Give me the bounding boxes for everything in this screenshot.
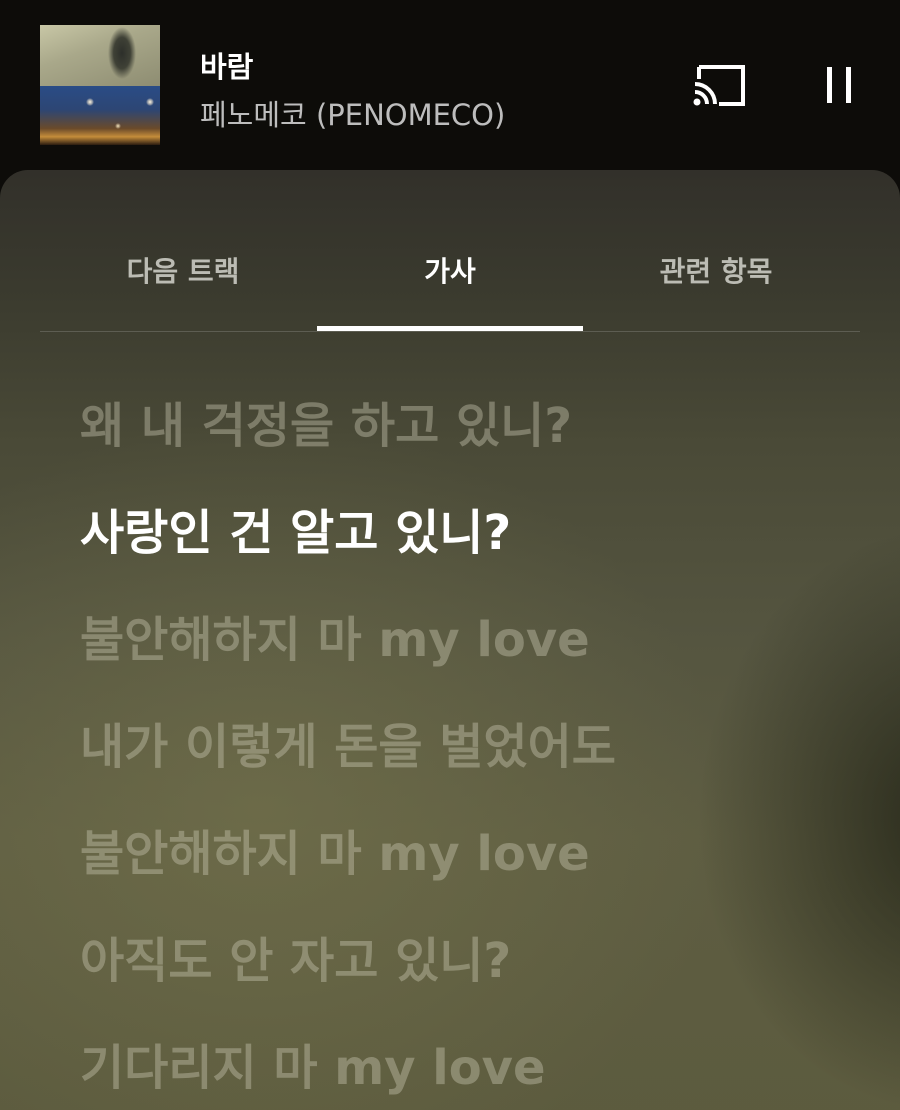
album-art[interactable] bbox=[40, 25, 160, 145]
track-artist[interactable]: 페노메코 (PENOMECO) bbox=[200, 92, 505, 134]
player-sheet: 다음 트랙 가사 관련 항목 왜 내 걱정을 하고 있니? 사랑인 건 알고 있… bbox=[0, 170, 900, 1110]
lyric-line-current[interactable]: 사랑인 건 알고 있니? bbox=[80, 499, 880, 606]
lyric-line[interactable]: 기다리지 마 my love bbox=[80, 1034, 880, 1110]
tab-active-indicator bbox=[317, 326, 583, 331]
track-title: 바람 bbox=[200, 50, 254, 84]
album-art-top bbox=[40, 25, 160, 86]
lyric-line[interactable]: 왜 내 걱정을 하고 있니? bbox=[80, 392, 880, 499]
cast-icon bbox=[693, 65, 745, 106]
pause-icon bbox=[827, 67, 851, 103]
pause-button[interactable] bbox=[816, 62, 862, 108]
lyric-line[interactable]: 불안해하지 마 my love bbox=[80, 606, 880, 713]
lyric-line[interactable]: 내가 이렇게 돈을 벌었어도 bbox=[80, 713, 880, 820]
mini-player[interactable]: 바람 페노메코 (PENOMECO) bbox=[0, 0, 900, 172]
album-art-bottom bbox=[40, 86, 160, 145]
tab-up-next[interactable]: 다음 트랙 bbox=[50, 170, 316, 331]
tab-related[interactable]: 관련 항목 bbox=[583, 170, 849, 331]
cast-button[interactable] bbox=[693, 62, 747, 108]
lyric-line[interactable]: 불안해하지 마 my love bbox=[80, 820, 880, 927]
player-screen: 바람 페노메코 (PENOMECO) 다음 트랙 가사 관련 항목 왜 내 걱정… bbox=[0, 0, 900, 1110]
tab-bar: 다음 트랙 가사 관련 항목 bbox=[40, 170, 860, 332]
tab-lyrics[interactable]: 가사 bbox=[317, 170, 583, 331]
lyric-line[interactable]: 아직도 안 자고 있니? bbox=[80, 927, 880, 1034]
lyrics-list[interactable]: 왜 내 걱정을 하고 있니? 사랑인 건 알고 있니? 불안해하지 마 my l… bbox=[80, 392, 880, 1110]
